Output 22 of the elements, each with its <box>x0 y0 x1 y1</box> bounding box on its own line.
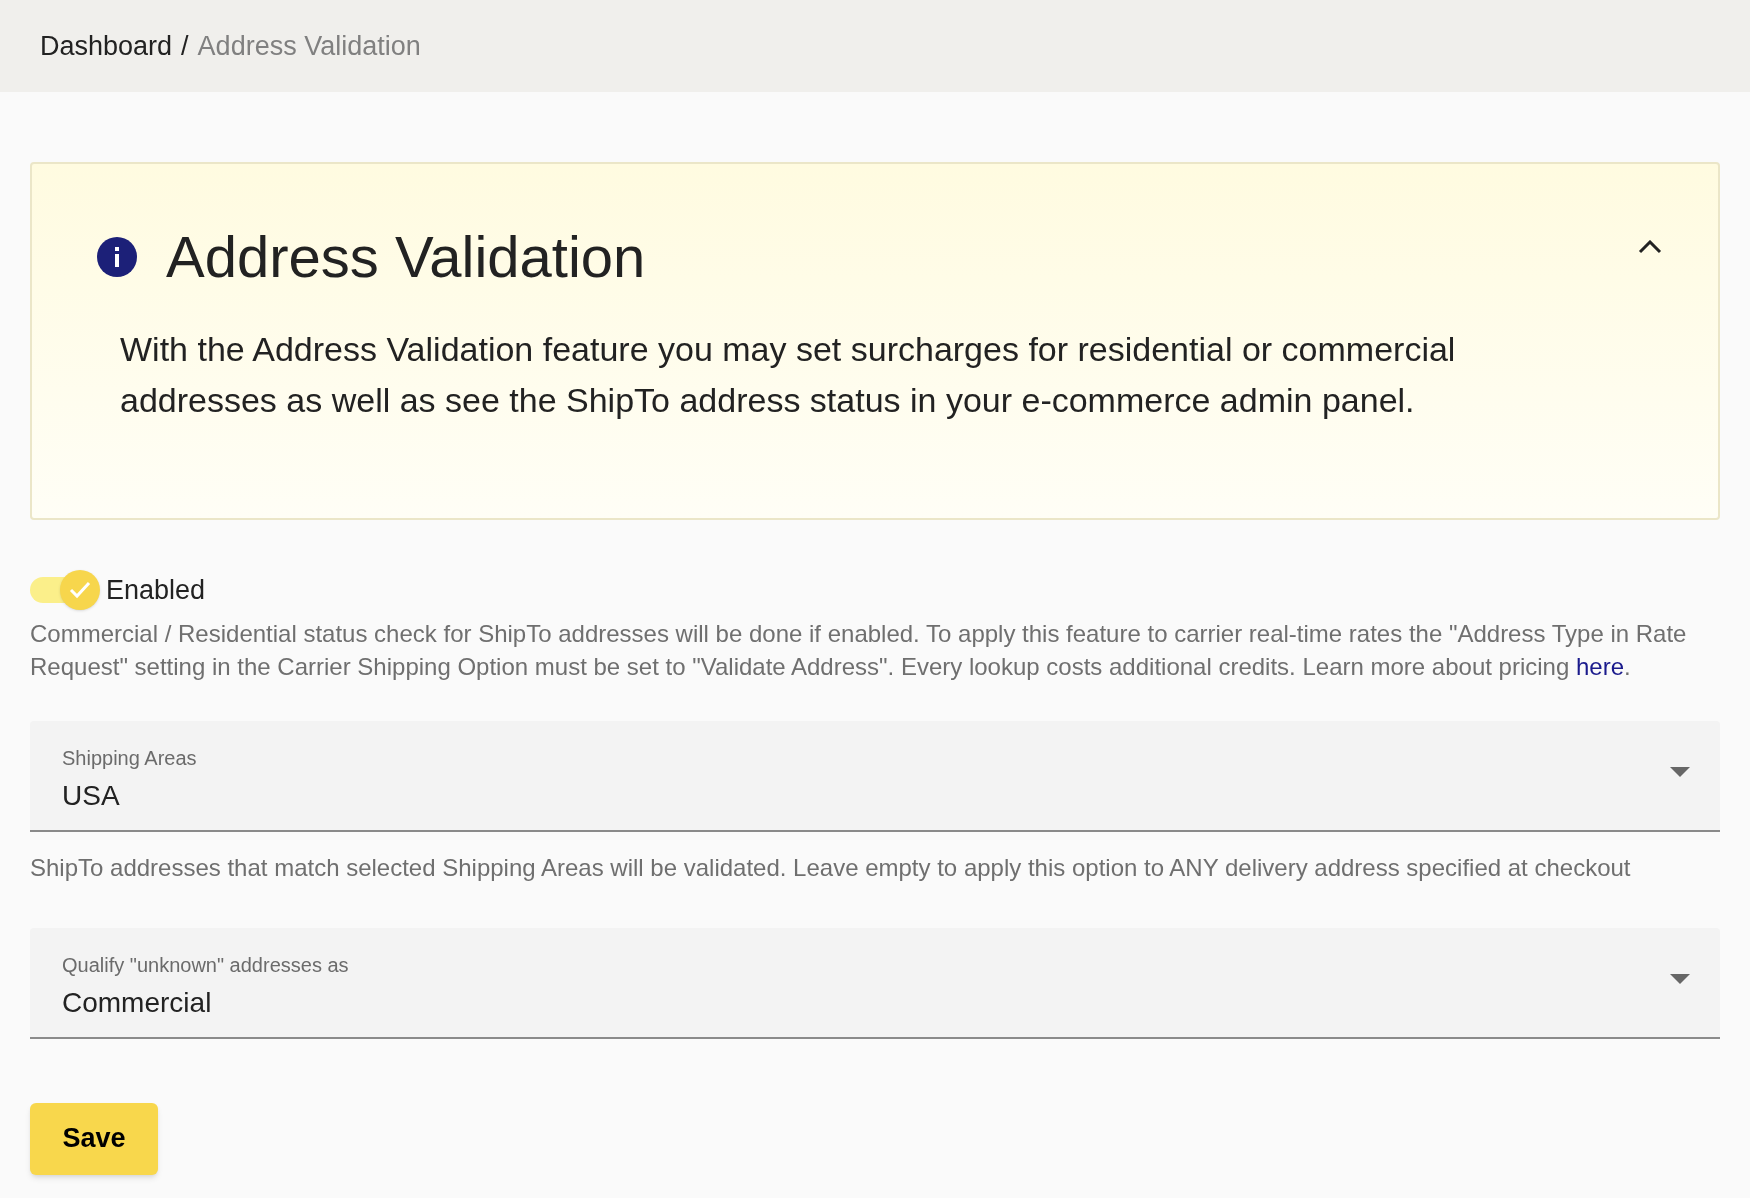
field-help-text: ShipTo addresses that match selected Shipping Areas will be validated. Leave empty to apply this option to ANY delivery address specified at checkout <box>30 852 1632 883</box>
dropdown-arrow-icon <box>1670 973 1690 984</box>
info-icon <box>96 236 138 278</box>
field-label: Qualify "unknown" addresses as <box>62 953 349 976</box>
feature-description: Commercial / Residential status check for ShipTo addresses will be done if enabled. To apply this feature to carrier real-time rates the "Address Type in Rate Request" setting in the Carrier Shipping Option must be set to "Validate Address". Every lookup costs additional credits. Learn more about pricing here. <box>30 618 1688 682</box>
breadcrumb-current: Address Validation <box>197 29 421 63</box>
pricing-link[interactable]: here <box>1575 652 1624 680</box>
breadcrumb-separator: / <box>181 29 189 63</box>
panel-title: Address Validation <box>166 228 647 286</box>
toggle-switch[interactable] <box>30 570 100 611</box>
panel-description: With the Address Validation feature you may set surcharges for residential or commercial addresses as well as see the ShipTo address status in your e-commerce admin panel. <box>120 329 1457 421</box>
field-label: Shipping Areas <box>62 746 197 769</box>
checkmark-icon <box>68 580 92 601</box>
breadcrumb-link[interactable]: Dashboard <box>40 25 173 67</box>
field-value: USA <box>62 779 120 811</box>
dropdown-arrow-icon <box>1670 766 1690 777</box>
toggle-label: Enabled <box>106 574 206 607</box>
save-button[interactable]: Save <box>30 1102 158 1175</box>
chevron-up-icon <box>1638 240 1662 254</box>
select-field[interactable]: Shipping Areas USA <box>30 720 1720 832</box>
select-field[interactable]: Qualify "unknown" addresses as Commercial <box>30 927 1720 1039</box>
field-value: Commercial <box>62 986 212 1018</box>
